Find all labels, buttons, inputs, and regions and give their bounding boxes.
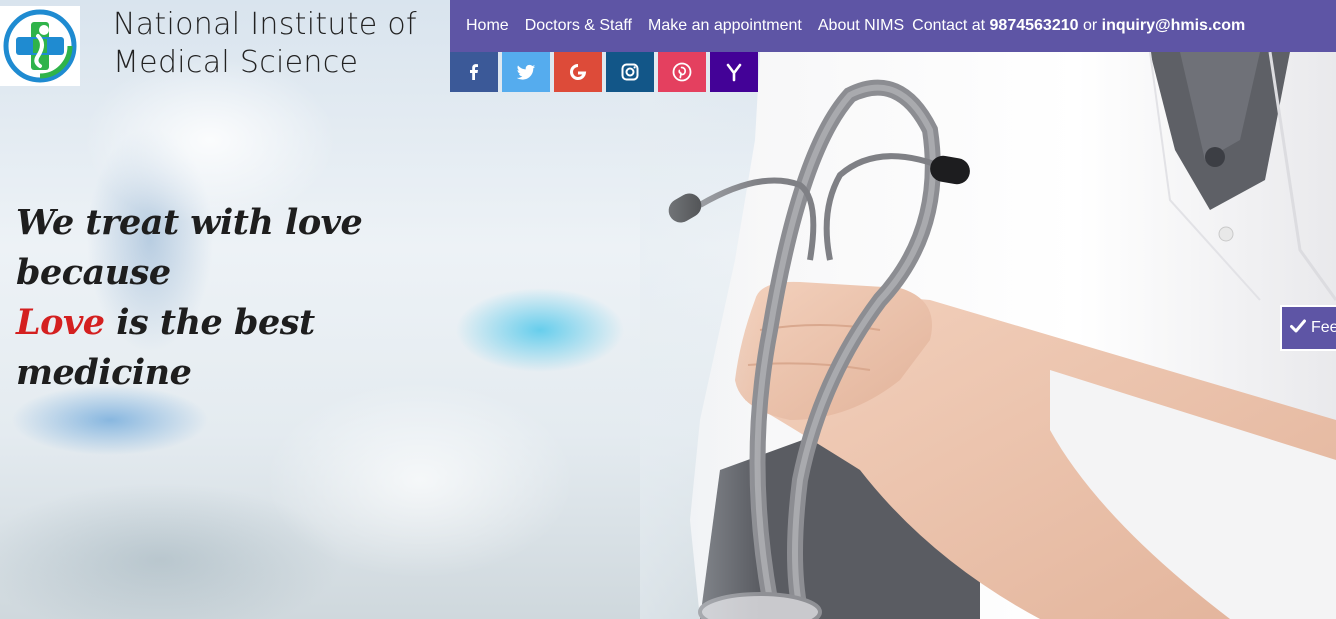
yahoo-icon	[726, 63, 742, 82]
site-title-line2: Medical Science	[113, 45, 359, 80]
logo[interactable]	[0, 6, 80, 86]
twitter-button[interactable]	[502, 52, 550, 92]
site-title-line1: National Institute of	[113, 7, 417, 42]
twitter-icon	[516, 64, 536, 80]
checkmark-icon	[1290, 319, 1306, 338]
nav-contact: Contact at 9874563210 or inquiry@hmis.co…	[912, 17, 1245, 35]
feedback-label: Fee	[1311, 319, 1336, 336]
top-navbar: Home Doctors & Staff Make an appointment…	[450, 0, 1336, 52]
site-title[interactable]: National Institute of Medical Science	[113, 6, 443, 82]
nav-about[interactable]: About NIMS	[818, 17, 904, 35]
facebook-icon	[470, 64, 478, 80]
yahoo-button[interactable]	[710, 52, 758, 92]
tagline-love-word: Love	[16, 302, 105, 343]
social-bar	[450, 52, 762, 92]
google-button[interactable]	[554, 52, 602, 92]
instagram-button[interactable]	[606, 52, 654, 92]
contact-prefix: Contact at	[912, 17, 986, 34]
nav-make-appointment[interactable]: Make an appointment	[648, 17, 802, 35]
tagline-line1: We treat with love because	[16, 202, 363, 293]
facebook-button[interactable]	[450, 52, 498, 92]
pinterest-icon	[672, 62, 692, 82]
nav-doctors-staff[interactable]: Doctors & Staff	[525, 17, 632, 35]
medical-cross-logo-icon	[3, 9, 77, 83]
instagram-icon	[621, 63, 639, 81]
feedback-tab[interactable]: Fee	[1280, 305, 1336, 351]
contact-phone[interactable]: 9874563210	[990, 17, 1079, 34]
google-icon	[569, 63, 587, 80]
tagline-line2: Love is the best medicine	[16, 298, 456, 398]
contact-email[interactable]: inquiry@hmis.com	[1102, 17, 1246, 34]
contact-or: or	[1082, 17, 1098, 34]
pinterest-button[interactable]	[658, 52, 706, 92]
nav-home[interactable]: Home	[466, 17, 509, 35]
hero-tagline: We treat with love because Love is the b…	[16, 198, 456, 398]
